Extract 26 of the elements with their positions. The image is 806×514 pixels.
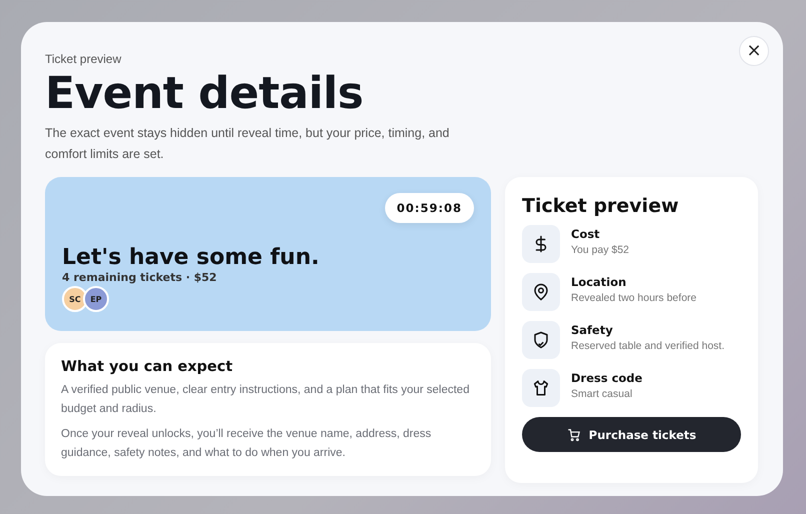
paragraph: A verified public venue, clear entry instructions, and a plan that fits your selected budget and radius.	[61, 383, 470, 417]
item-label: Safety	[571, 323, 614, 337]
avatar: EP	[83, 286, 109, 312]
paragraph: Once your reveal unlocks, you’ll receive the venue name, address, dress guidance, safety notes, and what to do when you arrive.	[61, 427, 432, 461]
map-pin-icon	[532, 283, 550, 301]
cart-icon	[566, 428, 581, 442]
countdown-badge: 00:59:08	[384, 193, 474, 223]
purchase-button[interactable]: Purchase tickets	[522, 417, 741, 452]
intro-text: The exact event stays hidden until reveal time, but your price, timing, and comfort limits are set.	[45, 125, 450, 163]
section-title: What you can expect	[61, 359, 234, 375]
item-label: Cost	[571, 227, 601, 241]
item-label: Location	[571, 275, 628, 289]
item-detail: Smart casual	[571, 388, 634, 400]
shield-check-icon	[532, 331, 550, 349]
item-label: Dress code	[571, 371, 642, 385]
item-detail: You pay $52	[571, 244, 630, 256]
avatar: SC	[62, 286, 88, 312]
card-title: Ticket preview	[522, 195, 680, 217]
tickets-summary: 4 remaining tickets · $52	[62, 271, 218, 284]
page-title: Event details	[45, 69, 364, 119]
eyebrow-text: Ticket preview	[45, 52, 122, 66]
item-detail: Revealed two hours before	[571, 292, 696, 304]
close-button[interactable]: ×	[739, 36, 769, 66]
shirt-icon	[532, 379, 550, 397]
item-detail: Reserved table and verified host.	[571, 340, 725, 352]
event-headline: Let's have some fun.	[62, 245, 320, 270]
